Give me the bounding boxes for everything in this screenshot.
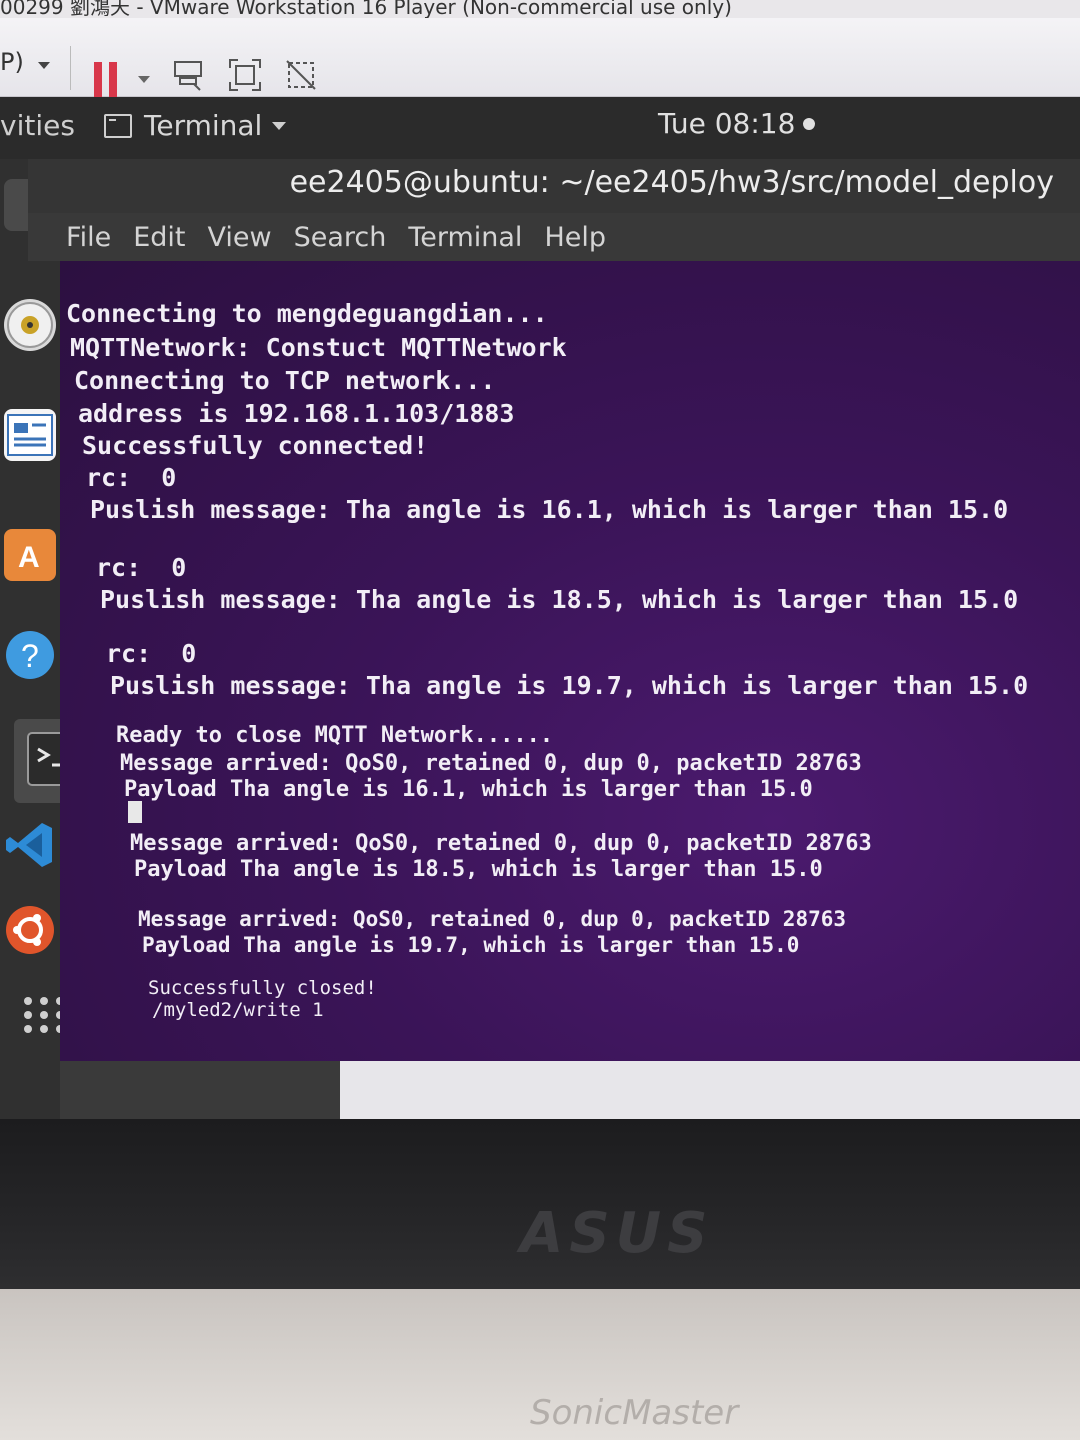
app-menu-label: Terminal xyxy=(144,109,263,142)
notification-dot-icon xyxy=(803,117,816,130)
terminal-line: Connecting to mengdeguangdian... xyxy=(66,299,548,328)
menu-file[interactable]: File xyxy=(66,222,111,253)
vm-window-title: 00299 劉鴻天 - VMware Workstation 16 Player… xyxy=(0,0,1080,18)
rhythmbox-icon[interactable] xyxy=(4,299,56,351)
terminal-line: Message arrived: QoS0, retained 0, dup 0… xyxy=(130,831,872,856)
terminal-line: Puslish message: Tha angle is 18.5, whic… xyxy=(100,585,1019,614)
terminal-line: Puslish message: Tha angle is 16.1, whic… xyxy=(90,495,1009,524)
terminal-line: Puslish message: Tha angle is 19.7, whic… xyxy=(110,671,1029,700)
menu-help[interactable]: Help xyxy=(544,222,606,253)
terminal-line: Message arrived: QoS0, retained 0, dup 0… xyxy=(120,751,862,776)
terminal-line: Payload Tha angle is 18.5, which is larg… xyxy=(134,857,823,882)
pause-icon[interactable] xyxy=(94,62,122,98)
terminal-cursor xyxy=(128,801,142,823)
terminal-line: MQTTNetwork: Constuct MQTTNetwork xyxy=(70,333,567,362)
terminal-line: address is 192.168.1.103/1883 xyxy=(78,399,515,428)
vm-status-bar xyxy=(60,1061,1080,1119)
send-ctrl-alt-del-icon[interactable] xyxy=(172,58,206,92)
fit-guest-icon[interactable] xyxy=(228,58,262,92)
terminal-line: /myled2/write 1 xyxy=(152,999,324,1021)
terminal-window-title: ee2405@ubuntu: ~/ee2405/hw3/src/model_de… xyxy=(289,165,1054,200)
terminal-line: rc: 0 xyxy=(96,553,187,582)
chevron-down-icon[interactable] xyxy=(138,76,150,83)
ubuntu-logo-icon[interactable] xyxy=(4,904,56,956)
ubuntu-software-icon[interactable]: A xyxy=(4,529,56,581)
menu-view[interactable]: View xyxy=(207,222,271,253)
terminal-line: Ready to close MQTT Network...... xyxy=(116,723,554,748)
chevron-down-icon xyxy=(272,121,287,130)
terminal-line: Payload Tha angle is 19.7, which is larg… xyxy=(142,933,800,957)
unity-mode-icon[interactable] xyxy=(284,58,318,92)
terminal-line: rc: 0 xyxy=(106,639,197,668)
app-menu-terminal[interactable]: Terminal xyxy=(104,109,287,142)
terminal-titlebar[interactable]: ee2405@ubuntu: ~/ee2405/hw3/src/model_de… xyxy=(28,159,1080,213)
terminal-line: rc: 0 xyxy=(86,463,177,492)
terminal-menubar: File Edit View Search Terminal Help xyxy=(28,213,1080,261)
svg-text:?: ? xyxy=(21,638,39,674)
asus-logo: ASUS xyxy=(520,1201,714,1266)
menu-edit[interactable]: Edit xyxy=(133,222,185,253)
menu-search[interactable]: Search xyxy=(294,222,387,253)
terminal-line: Payload Tha angle is 16.1, which is larg… xyxy=(124,777,813,802)
clock-label: Tue 08:18 xyxy=(658,107,796,140)
libreoffice-writer-icon[interactable] xyxy=(4,409,56,461)
terminal-line: Successfully connected! xyxy=(82,431,429,460)
ubuntu-dock: A ? xyxy=(0,159,104,1119)
svg-text:A: A xyxy=(18,541,40,574)
terminal-line: Connecting to TCP network... xyxy=(74,366,496,395)
terminal-output[interactable]: Connecting to mengdeguangdian... MQTTNet… xyxy=(60,261,1080,1061)
terminal-line: Message arrived: QoS0, retained 0, dup 0… xyxy=(138,907,847,931)
laptop-keyboard-deck: SonicMaster xyxy=(0,1289,1080,1440)
thumbnail-preview xyxy=(60,1061,340,1119)
laptop-bezel: ASUS xyxy=(0,1119,1080,1289)
toolbar-divider xyxy=(70,46,71,90)
clock[interactable]: Tue 08:18 xyxy=(658,107,816,140)
sonicmaster-logo: SonicMaster xyxy=(530,1393,739,1433)
terminal-window-icon xyxy=(104,113,132,138)
menu-terminal[interactable]: Terminal xyxy=(408,222,522,253)
help-icon[interactable]: ? xyxy=(4,629,56,681)
vscode-icon[interactable] xyxy=(4,819,56,871)
terminal-line: Successfully closed! xyxy=(148,977,377,999)
player-menu-label[interactable]: P) xyxy=(0,48,24,76)
ubuntu-top-bar: vities Terminal Tue 08:18 xyxy=(0,97,1080,159)
activities-button[interactable]: vities xyxy=(0,109,75,142)
chevron-down-icon[interactable] xyxy=(38,62,50,69)
vm-toolbar: P) xyxy=(0,18,1080,98)
